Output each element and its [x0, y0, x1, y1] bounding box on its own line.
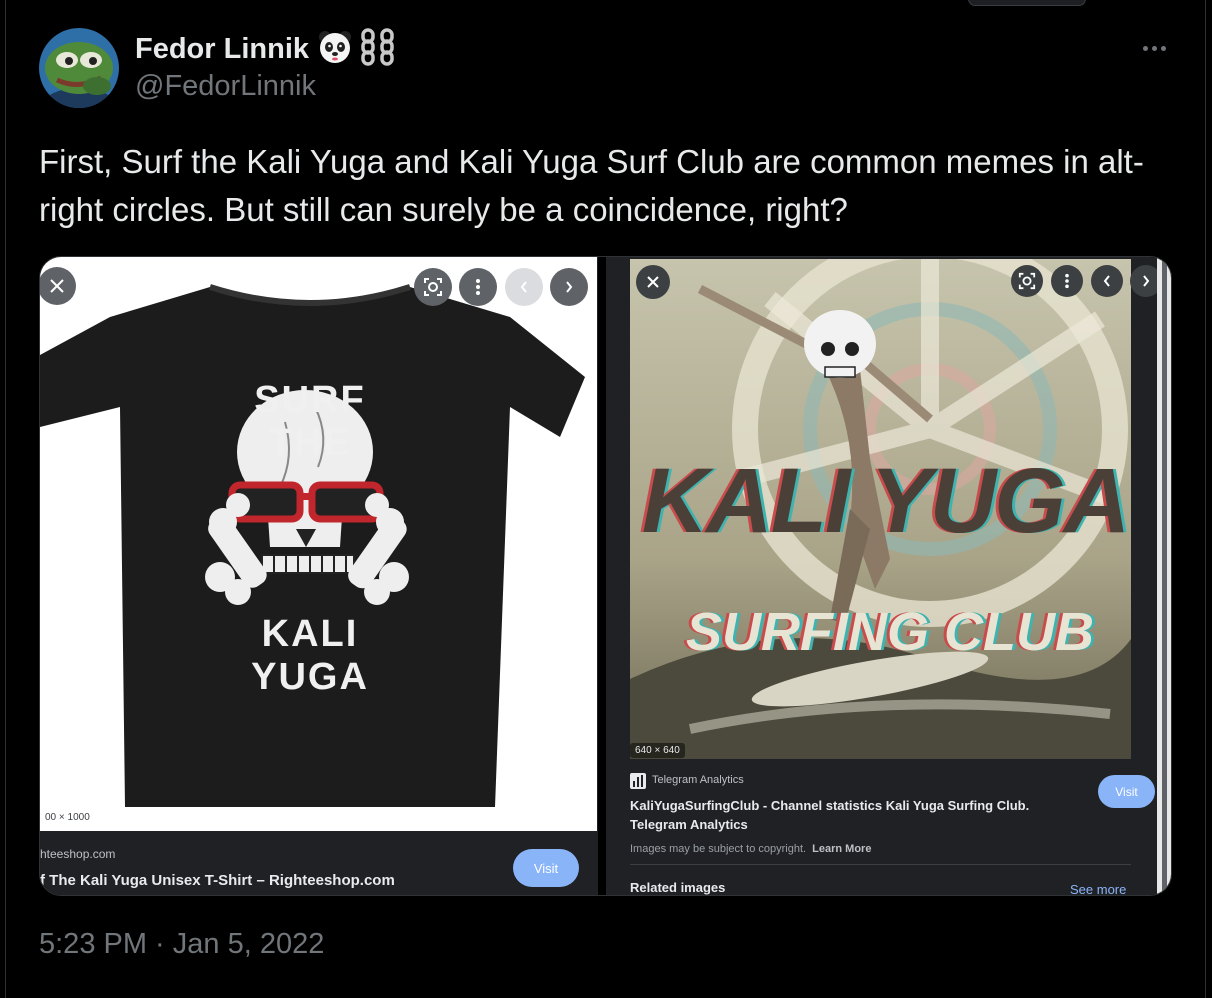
panda-emoji-icon	[317, 30, 353, 69]
lens-search-icon[interactable]	[1011, 265, 1043, 297]
divider	[630, 864, 1131, 865]
copyright-text: Images may be subject to copyright.	[630, 843, 807, 855]
lens-search-icon[interactable]	[414, 268, 452, 306]
top-pill-button[interactable]	[968, 0, 1086, 6]
tshirt-image: SURF THE KALI YUGA	[40, 257, 597, 831]
surfing-poster-image: KALI YUGA SURFING CLUB 640 × 640	[630, 259, 1131, 759]
shirt-text-bottom: KALI YUGA	[251, 613, 369, 698]
poster-text-bottom: SURFING CLUB	[686, 602, 1094, 662]
chevron-right-icon[interactable]	[550, 268, 588, 306]
pepe-avatar-icon	[39, 28, 119, 108]
left-border	[5, 0, 6, 998]
result-title-line1[interactable]: KaliYugaSurfingClub - Channel statistics…	[630, 798, 1029, 813]
tweet-timestamp[interactable]: 5:23 PM · Jan 5, 2022	[39, 928, 324, 961]
right-border	[1205, 0, 1206, 998]
chevron-left-icon[interactable]	[505, 268, 543, 306]
learn-more-link[interactable]: Learn More	[812, 843, 871, 855]
shirt-text-top: SURF THE	[254, 379, 366, 464]
related-images-heading: Related images	[630, 880, 726, 895]
tweet-text: First, Surf the Kali Yuga and Kali Yuga …	[39, 143, 1144, 228]
result-title[interactable]: f The Kali Yuga Unisex T-Shirt – Rightee…	[40, 872, 395, 889]
right-image-result: KALI YUGA SURFING CLUB 640 × 640 Telegra…	[606, 257, 1171, 895]
avatar[interactable]	[39, 28, 119, 108]
bar-chart-icon	[630, 773, 646, 794]
result-source[interactable]: Telegram Analytics	[652, 774, 744, 786]
more-vert-icon[interactable]	[1051, 265, 1083, 297]
copyright-notice: Images may be subject to copyright. Lear…	[630, 843, 871, 855]
poster-text-top: KALI YUGA	[641, 450, 1130, 552]
image-dimensions: 640 × 640	[630, 743, 685, 758]
more-vert-icon[interactable]	[459, 268, 497, 306]
close-icon[interactable]	[636, 265, 670, 299]
tweet-media-image[interactable]: SURF THE KALI YUGA 00 × 1000 hteeshop.co…	[39, 256, 1172, 896]
chevron-left-icon[interactable]	[1091, 265, 1123, 297]
user-handle[interactable]: @FedorLinnik	[135, 70, 316, 103]
more-options-icon[interactable]	[1134, 36, 1174, 60]
chain-emoji-icon	[361, 28, 395, 71]
close-icon[interactable]	[40, 267, 76, 305]
visit-button[interactable]: Visit	[1098, 775, 1155, 808]
visit-button[interactable]: Visit	[513, 849, 579, 887]
result-source[interactable]: hteeshop.com	[40, 847, 115, 861]
scrollbar-thumb[interactable]	[1162, 257, 1167, 895]
display-name[interactable]: Fedor Linnik	[135, 33, 309, 66]
result-title-line2[interactable]: Telegram Analytics	[630, 817, 748, 832]
see-more-link[interactable]: See more	[1070, 882, 1126, 895]
image-dimensions: 00 × 1000	[40, 810, 95, 825]
left-image-result: SURF THE KALI YUGA 00 × 1000 hteeshop.co…	[40, 257, 598, 895]
